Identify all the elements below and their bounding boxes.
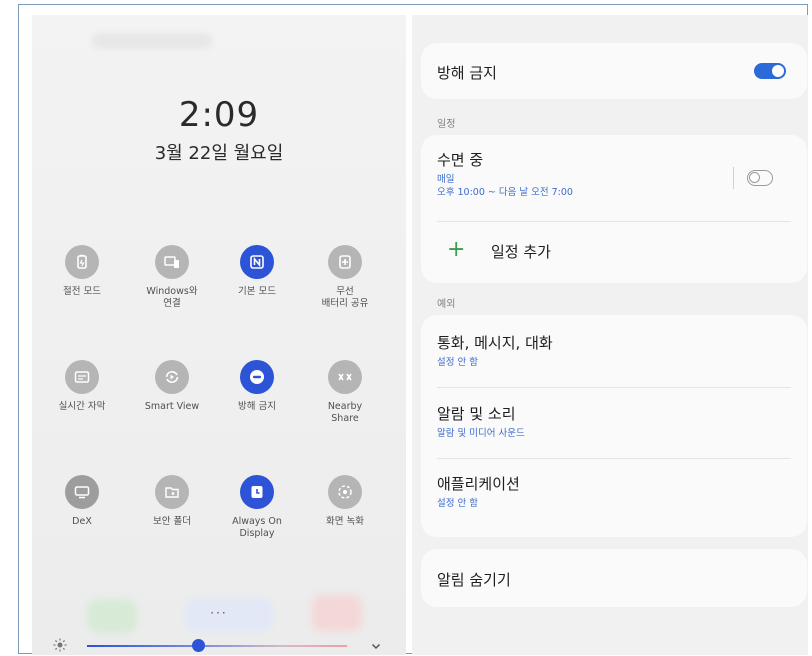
sleep-title: 수면 중 [437, 151, 484, 169]
sleep-toggle[interactable] [747, 170, 773, 186]
tile-screen-recorder[interactable]: 화면 녹화 [300, 475, 390, 528]
exception-title: 알람 및 소리 [437, 405, 516, 423]
page-indicator: ··· [210, 606, 228, 620]
tile-label: DeX [72, 516, 92, 527]
chevron-down-icon[interactable] [370, 637, 382, 655]
tile-wireless-powershare[interactable]: 무선 배터리 공유 [300, 245, 390, 310]
exception-title: 통화, 메시지, 대화 [437, 334, 553, 352]
screen-recorder-icon [328, 475, 362, 509]
sleep-time: 오후 10:00 ~ 다음 날 오전 7:00 [437, 187, 573, 198]
divider [733, 167, 734, 189]
tile-secure-folder[interactable]: 보안 폴더 [127, 475, 217, 528]
tile-link-to-windows[interactable]: Windows와 연결 [127, 245, 217, 310]
exception-sub: 설정 안 함 [437, 357, 478, 368]
tile-label: Nearby Share [327, 401, 363, 424]
brightness-icon [52, 637, 68, 655]
tile-label: Always On Display [232, 516, 282, 539]
link-to-windows-icon [155, 245, 189, 279]
tile-nearby-share[interactable]: Nearby Share [300, 360, 390, 425]
nfc-icon [240, 245, 274, 279]
exception-sub: 설정 안 함 [437, 498, 478, 509]
dnd-toggle[interactable] [754, 63, 786, 79]
tile-smart-view[interactable]: Smart View [127, 360, 217, 413]
hide-notifications-label: 알림 숨기기 [437, 571, 511, 589]
section-exceptions: 예외 [437, 299, 456, 310]
divider [437, 221, 791, 222]
exception-sub: 알람 및 미디어 사운드 [437, 428, 525, 439]
sleep-repeat: 매일 [437, 174, 455, 185]
tile-label: 화면 녹화 [326, 516, 364, 527]
tile-label: Windows와 연결 [146, 286, 198, 309]
tile-dex[interactable]: DeX [37, 475, 127, 528]
nearby-share-icon [328, 360, 362, 394]
tile-standard-mode[interactable]: 기본 모드 [212, 245, 302, 298]
wireless-powershare-icon [328, 245, 362, 279]
brightness-slider[interactable] [87, 645, 347, 647]
dex-icon [65, 475, 99, 509]
tile-live-caption[interactable]: 실시간 자막 [37, 360, 127, 413]
divider [437, 387, 791, 388]
exception-alarms-sounds[interactable]: 알람 및 소리 알람 및 미디어 사운드 [437, 403, 525, 440]
tile-label: 절전 모드 [63, 286, 101, 297]
quick-panel: 2:09 3월 22일 월요일 절전 모드 Windows와 연결 기본 모드 [32, 15, 406, 655]
do-not-disturb-icon [240, 360, 274, 394]
tile-label: 실시간 자막 [58, 401, 106, 412]
add-schedule-button[interactable]: 일정 추가 [491, 241, 551, 262]
hide-notifications-card[interactable]: 알림 숨기기 [421, 549, 807, 607]
dnd-title: 방해 금지 [437, 64, 497, 82]
dnd-master-card[interactable]: 방해 금지 [421, 43, 807, 99]
tile-label: 방해 금지 [238, 401, 276, 412]
tile-power-saving[interactable]: 절전 모드 [37, 245, 127, 298]
tile-do-not-disturb[interactable]: 방해 금지 [212, 360, 302, 413]
schedule-card: 수면 중 매일 오후 10:00 ~ 다음 날 오전 7:00 + 일정 추가 [421, 135, 807, 283]
exception-title: 애플리케이션 [437, 475, 520, 493]
section-schedule: 일정 [437, 119, 456, 130]
tile-label: 무선 배터리 공유 [321, 286, 369, 309]
clock-icon [240, 475, 274, 509]
quick-settings-grid: 절전 모드 Windows와 연결 기본 모드 무선 배터리 공유 실시간 자막… [32, 15, 406, 655]
tile-label: Smart View [144, 401, 200, 412]
schedule-sleep[interactable]: 수면 중 매일 오후 10:00 ~ 다음 날 오전 7:00 [437, 149, 573, 199]
exception-calls-messages[interactable]: 통화, 메시지, 대화 설정 안 함 [437, 332, 553, 369]
exceptions-card: 통화, 메시지, 대화 설정 안 함 알람 및 소리 알람 및 미디어 사운드 … [421, 315, 807, 537]
divider [437, 458, 791, 459]
plus-icon[interactable]: + [447, 239, 465, 261]
battery-icon [65, 245, 99, 279]
secure-folder-icon [155, 475, 189, 509]
tile-always-on-display[interactable]: Always On Display [212, 475, 302, 540]
tile-label: 보안 폴더 [153, 516, 191, 527]
smart-view-icon [155, 360, 189, 394]
dnd-settings: 방해 금지 일정 수면 중 매일 오후 10:00 ~ 다음 날 오전 7:00… [412, 15, 808, 655]
caption-icon [65, 360, 99, 394]
exception-apps[interactable]: 애플리케이션 설정 안 함 [437, 473, 520, 510]
tile-label: 기본 모드 [238, 286, 276, 297]
